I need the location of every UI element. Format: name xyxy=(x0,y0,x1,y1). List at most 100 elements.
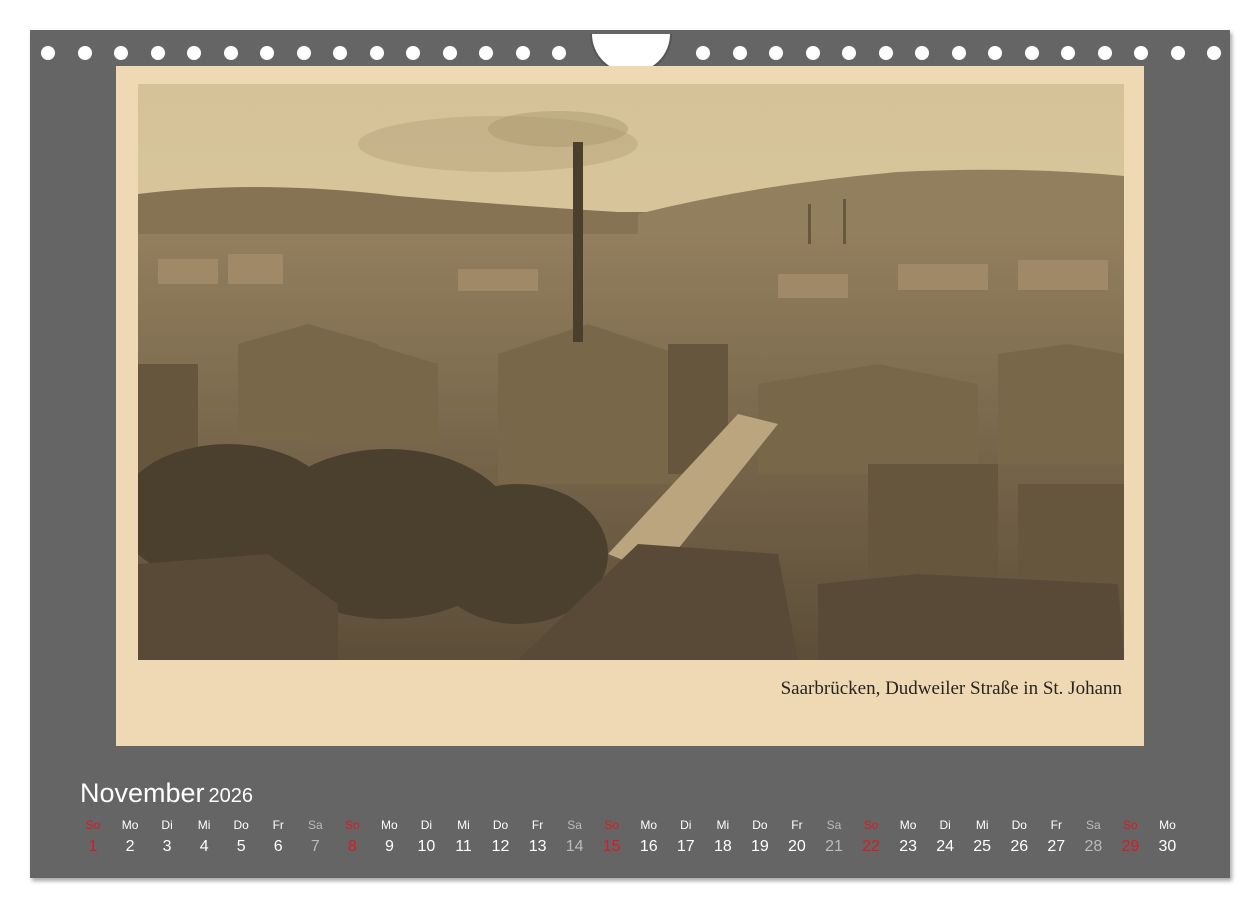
day-number: 9 xyxy=(384,838,394,855)
day-number: 23 xyxy=(899,838,917,855)
binding-hole xyxy=(1170,46,1185,60)
calendar-day: Sa 7 xyxy=(298,816,332,860)
binding-hole xyxy=(988,46,1002,60)
day-number: 11 xyxy=(455,838,472,855)
city-panorama-illustration xyxy=(138,84,1124,660)
calendar-day: Mi 25 xyxy=(965,816,999,860)
day-number: 2 xyxy=(125,838,135,855)
calendar-day: Di 24 xyxy=(928,816,962,860)
weekday-label: So xyxy=(1123,818,1138,832)
binding-hole xyxy=(1024,46,1039,60)
day-number: 1 xyxy=(88,838,98,855)
binding-hole xyxy=(187,46,201,60)
binding-hole xyxy=(260,46,274,60)
day-number: 8 xyxy=(347,838,357,855)
binding-hole xyxy=(1207,46,1221,60)
weekday-label: Mi xyxy=(457,818,470,832)
binding-hole xyxy=(842,46,856,60)
day-number: 20 xyxy=(788,838,806,855)
day-number: 4 xyxy=(199,838,209,855)
calendar-day: Mo 9 xyxy=(372,816,406,860)
day-number: 6 xyxy=(273,838,283,855)
weekday-label: Sa xyxy=(1086,818,1101,832)
calendar-day: Mo 30 xyxy=(1150,816,1184,860)
weekday-label: So xyxy=(863,818,879,832)
day-number: 17 xyxy=(676,838,695,855)
weekday-label: Do xyxy=(233,818,249,832)
binding-hole xyxy=(515,46,530,60)
weekday-label: Fr xyxy=(791,818,803,832)
day-number: 28 xyxy=(1084,838,1103,855)
calendar-day: Mi 11 xyxy=(447,816,481,860)
weekday-label: So xyxy=(85,818,101,832)
calendar-day: Mi 18 xyxy=(706,816,740,860)
calendar-day: Sa 28 xyxy=(1076,816,1110,860)
binding-hole xyxy=(552,46,566,60)
weekday-label: Sa xyxy=(826,818,842,832)
calendar-day: Do 5 xyxy=(224,816,258,860)
binding-hole xyxy=(696,46,710,60)
day-number: 3 xyxy=(162,838,172,855)
calendar-day: Do 12 xyxy=(484,816,518,860)
binding-hole xyxy=(296,46,311,60)
binding-hole xyxy=(878,46,893,60)
weekday-label: Fr xyxy=(272,818,284,832)
weekday-label: Mo xyxy=(381,818,398,832)
calendar-day: Sa 21 xyxy=(817,816,851,860)
day-number: 24 xyxy=(936,838,955,855)
binding-hole xyxy=(805,46,820,60)
weekday-label: Di xyxy=(420,818,433,832)
photo-caption: Saarbrücken, Dudweiler Straße in St. Joh… xyxy=(780,678,1122,699)
binding-hole xyxy=(333,46,347,60)
day-number: 12 xyxy=(491,838,510,855)
calendar-day: Do 19 xyxy=(743,816,777,860)
weekday-label: Do xyxy=(752,818,768,832)
day-number: 13 xyxy=(528,838,547,855)
weekday-label: Di xyxy=(161,818,173,832)
weekday-label: Mo xyxy=(640,818,658,832)
binding-hole xyxy=(406,46,420,60)
calendar-day: Di 10 xyxy=(409,816,443,860)
calendar-day: Fr 13 xyxy=(521,816,555,860)
weekday-label: So xyxy=(345,818,360,832)
binding-hole xyxy=(223,46,238,60)
binding-hole xyxy=(77,46,92,60)
calendar-day: Di 17 xyxy=(669,816,703,860)
weekday-label: Mi xyxy=(197,818,211,832)
calendar-day: So 8 xyxy=(335,816,369,860)
day-number: 26 xyxy=(1010,838,1029,855)
binding-hole xyxy=(732,46,747,60)
day-number: 22 xyxy=(862,838,880,855)
day-number: 18 xyxy=(713,838,732,855)
photo-mat: Saarbrücken, Dudweiler Straße in St. Joh… xyxy=(116,66,1144,746)
calendar-day: Fr 27 xyxy=(1039,816,1073,860)
day-number: 21 xyxy=(825,838,843,855)
weekday-label: Di xyxy=(939,818,951,832)
weekday-label: Do xyxy=(492,818,509,832)
weekday-label: Do xyxy=(1011,818,1027,832)
binding-hole xyxy=(769,46,783,60)
calendar-day: So 15 xyxy=(595,816,629,860)
binding-hole xyxy=(1061,46,1075,60)
calendar-day: Sa 14 xyxy=(558,816,592,860)
calendar-page: Saarbrücken, Dudweiler Straße in St. Joh… xyxy=(30,30,1230,878)
binding-hole xyxy=(915,46,929,60)
weekday-label: Mo xyxy=(121,818,139,832)
binding-hole xyxy=(479,46,493,60)
day-number: 19 xyxy=(750,838,769,855)
weekday-label: Sa xyxy=(567,818,582,832)
weekday-label: Sa xyxy=(307,818,323,832)
calendar-day: So 1 xyxy=(76,816,110,860)
calendar-day: Fr 20 xyxy=(780,816,814,860)
calendar-day: So 29 xyxy=(1113,816,1147,860)
day-number: 25 xyxy=(973,838,992,855)
binding-hole xyxy=(369,46,384,60)
calendar-day: Do 26 xyxy=(1002,816,1036,860)
day-number: 29 xyxy=(1121,838,1140,855)
vintage-city-photo xyxy=(138,84,1124,660)
day-number: 14 xyxy=(565,838,584,855)
weekday-label: Fr xyxy=(531,818,544,832)
weekday-label: Di xyxy=(680,818,692,832)
binding-hole xyxy=(150,46,165,60)
binding-hole xyxy=(1097,46,1112,60)
